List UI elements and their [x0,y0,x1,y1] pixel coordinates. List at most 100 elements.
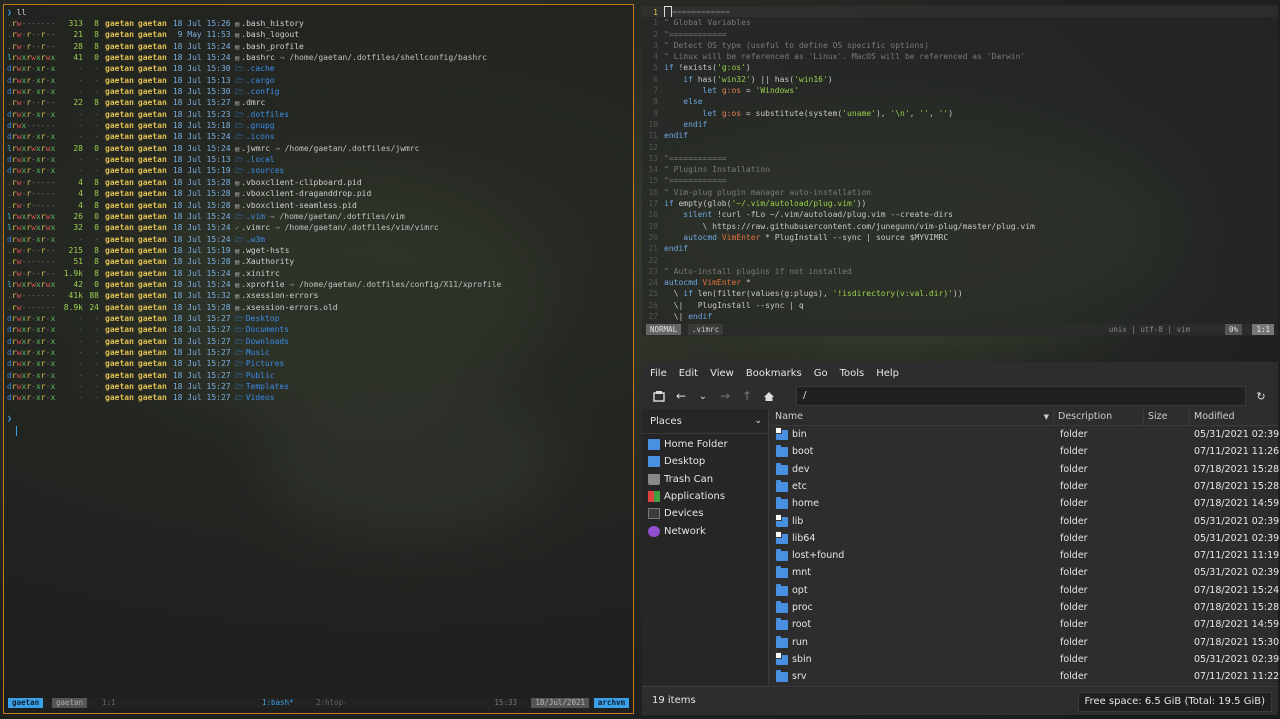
modified-date: 18 Jul 15:24 [172,268,231,278]
permissions: drwxr-xr-x [7,370,56,380]
file-row[interactable]: mnt folder 05/31/2021 02:39 [770,564,1279,581]
file-row[interactable]: root folder 07/18/2021 14:59 [770,616,1280,633]
file-name: srv [792,671,807,683]
file-name: bin [792,429,807,440]
file-row[interactable]: lib64 folder 05/31/2021 02:39 [770,530,1279,547]
file-name: .vboxclient-clipboard.pid [241,177,362,187]
folder-icon [776,670,788,683]
file-row[interactable]: lib folder 05/31/2021 02:39 [770,513,1279,530]
vim-line-text: let g:os = 'Windows' [702,86,799,96]
place-applications[interactable]: Applications [642,488,768,505]
reload-button[interactable]: ↻ [1250,386,1272,406]
terminal-ls-row: .rw-r--r-- 28 8 gaetan gaetan 18 Jul 15:24 ▤.… [7,41,630,52]
menu-edit[interactable]: Edit [675,368,702,379]
file-row[interactable]: proc folder 07/18/2021 15:28 [770,599,1279,616]
menu-tools[interactable]: Tools [836,368,869,379]
up-button[interactable]: ↑ [736,386,758,406]
file-name: Documents [245,325,290,335]
forward-button[interactable]: → [714,386,736,406]
toolbar: ← ⌄ → ↑ / ↻ [642,385,1278,407]
file-size: - [78,347,83,357]
file-row[interactable]: dev folder 07/18/2021 15:28 [770,461,1279,478]
vim-line: 21 endif [642,243,1278,254]
menu-view[interactable]: View [706,368,738,379]
place-network[interactable]: Network [642,522,768,539]
folder-icon: 🗁 [230,156,244,165]
group: gaetan [137,234,167,244]
file-name: .vboxclient-draganddrop.pid [241,189,372,199]
vim-line: 17 if empty(glob('~/.vim/autoload/plug.vi… [642,198,1278,209]
permissions: drwxr-xr-x [7,336,56,346]
terminal-cursor [16,426,17,436]
vim-line: 26 \| PlugInstall --sync | q [642,300,1278,311]
column-description[interactable]: Description [1054,409,1144,425]
vim-line-text: \ if len(filter(values(g:plugs), '!isdir… [664,289,963,299]
place-home-folder[interactable]: Home Folder [642,436,768,453]
location-bar[interactable]: / [796,386,1246,406]
file-icon: ▤ [230,201,240,210]
column-name[interactable]: Name ▼ [770,409,1054,425]
file-row[interactable]: home folder 07/18/2021 14:59 [770,495,1279,512]
history-dropdown-button[interactable]: ⌄ [692,386,714,406]
column-modified[interactable]: Modified [1190,409,1278,425]
menu-bookmarks[interactable]: Bookmarks [742,368,806,379]
permissions: drwxr-xr-x [7,382,56,391]
column-size[interactable]: Size [1144,409,1190,425]
menu-file[interactable]: File [646,368,671,379]
vim-line: 25 \ if len(filter(values(g:plugs), '!is… [642,288,1278,299]
modified-date: 18 Jul 15:24 [172,143,231,153]
file-description: folder [1060,584,1088,596]
place-trash-can[interactable]: Trash Can [642,471,768,488]
file-row[interactable]: sbin folder 05/31/2021 02:39 [770,651,1279,668]
vim-window[interactable]: 1 ============ 1 " Global Variables 2 "======… [642,4,1278,336]
line-number: 1 [653,18,658,28]
group: gaetan [137,19,167,28]
file-row[interactable]: boot folder 07/11/2021 11:26 [770,443,1279,460]
tmux-status-bar: gaetan gaetan 1:1 1:bash* 2:htop- 15:33 … [8,698,629,708]
line-number: 12 [648,142,658,152]
line-number: 4 [653,52,658,62]
file-row[interactable]: lost+found folder 07/11/2021 11:19 [770,547,1279,564]
file-manager-window[interactable]: File Edit View Bookmarks Go Tools Help ←… [642,362,1280,715]
folder-icon [776,583,788,596]
terminal-ls-row: drwxr-xr-x - - gaetan gaetan 18 Jul 15:27 🗁 Pu… [7,370,630,381]
tmux-window-active[interactable]: 1:bash* [258,698,298,708]
permissions: drwxr-xr-x [7,155,56,165]
file-row[interactable]: bin folder 05/31/2021 02:39 [770,426,1279,443]
file-row[interactable]: srv folder 07/11/2021 11:22 [770,668,1279,685]
menu-go[interactable]: Go [810,368,832,379]
modified-date: 18 Jul 15:28 [172,189,231,199]
file-name: .bash_history [241,19,304,28]
file-size: - [78,87,83,97]
file-row[interactable]: etc folder 07/18/2021 15:28 [770,478,1279,495]
line-number: 25 [648,289,658,299]
tmux-session[interactable]: gaetan [8,698,44,708]
file-name: Public [245,370,275,380]
block-count: 0 [94,143,99,153]
vim-line-text: " Auto-install plugins if not installed [664,266,852,276]
back-button[interactable]: ← [670,386,692,406]
places-header[interactable]: Places ⌄ [642,409,768,434]
place-devices[interactable]: Devices [642,505,768,522]
file-modified: 07/18/2021 14:59 [1194,619,1280,631]
group: gaetan [137,155,167,165]
home-button[interactable] [758,386,780,406]
modified-date: 18 Jul 15:24 [172,279,231,289]
permissions: drwxr-xr-x [7,87,56,97]
place-desktop[interactable]: Desktop [642,453,768,470]
vim-line-text: "============ [664,176,727,186]
file-row[interactable]: opt folder 07/18/2021 15:24 [770,582,1279,599]
vim-line: 1 ============ [642,6,1278,18]
file-name: .w3m [245,234,265,244]
network-icon [648,525,660,537]
tmux-window[interactable]: 2:htop- [312,698,352,708]
terminal-window[interactable]: ❯ ll .rw------- 313 8 gaetan gaetan 18 Jul 15… [3,4,634,714]
file-name: .cache [245,64,275,74]
vim-buffer[interactable]: 1 ============ 1 " Global Variables 2 "======… [642,6,1278,322]
line-number: 14 [648,165,658,175]
terminal-ls-row: .rw-r----- 4 8 gaetan gaetan 18 Jul 15:28 ▤ .v… [7,177,630,188]
new-tab-button[interactable] [648,386,670,406]
menu-help[interactable]: Help [872,368,903,379]
file-row[interactable]: run folder 07/18/2021 15:30 [770,634,1279,651]
modified-date: 18 Jul 15:27 [172,336,231,346]
